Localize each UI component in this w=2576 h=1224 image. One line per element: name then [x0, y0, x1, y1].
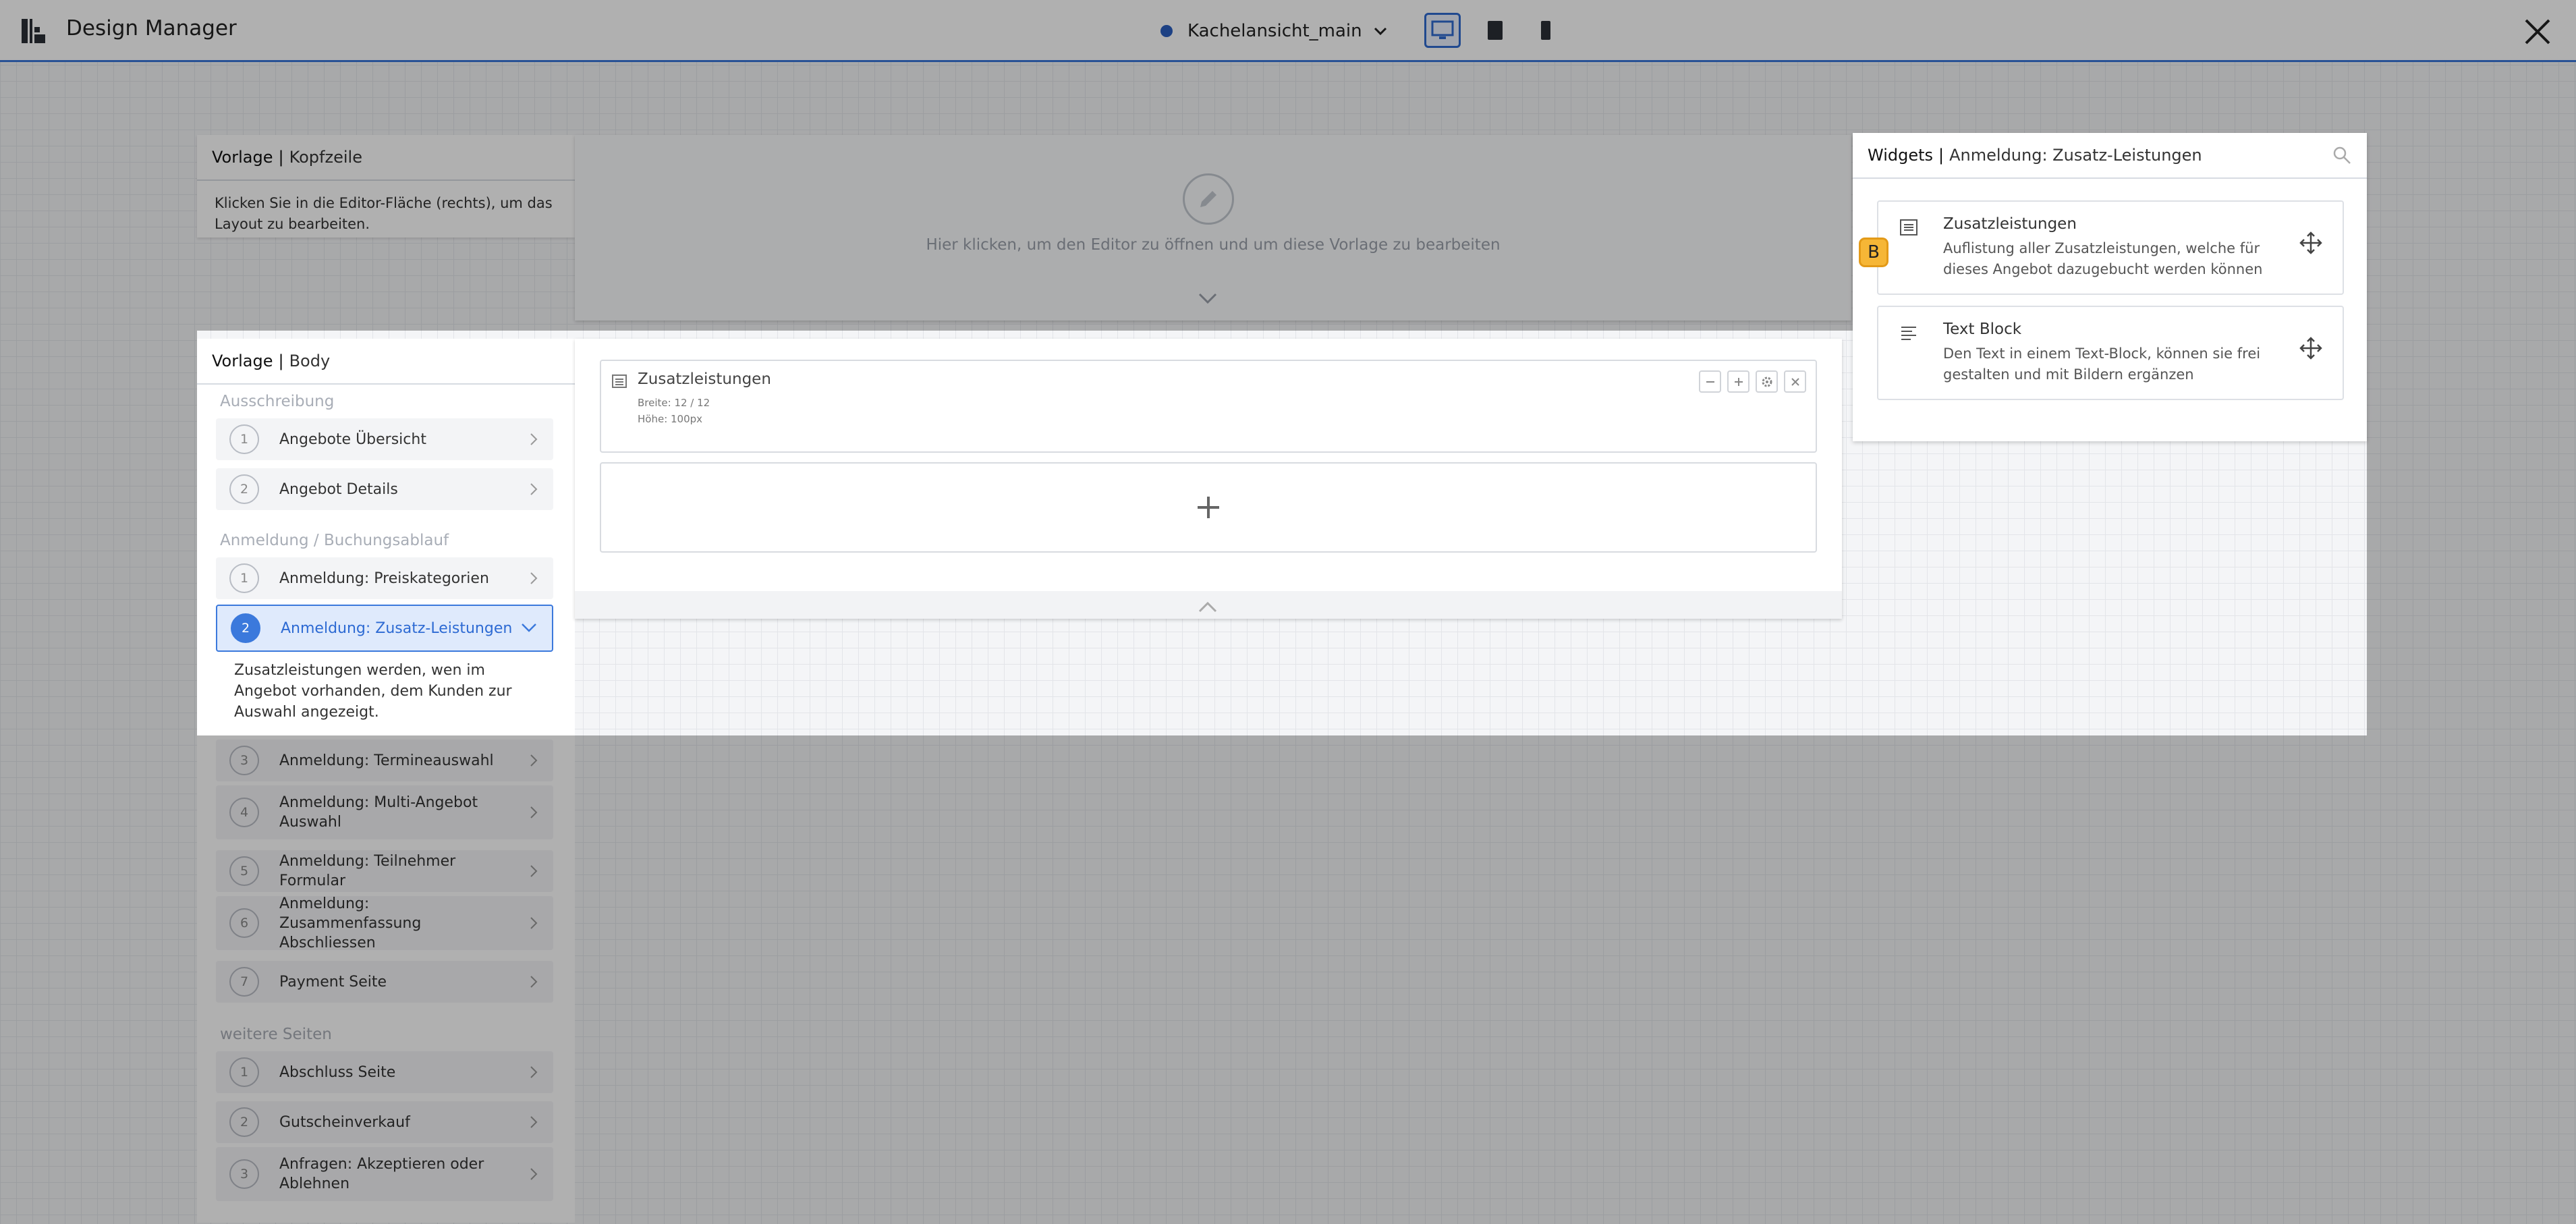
delete-button[interactable] [1784, 370, 1806, 393]
step-zusatz-leistungen[interactable]: 2 Anmeldung: Zusatz-Leistungen [216, 605, 553, 652]
widgets-panel: Widgets | Anmeldung: Zusatz-Leistungen Z… [1853, 133, 2367, 441]
plus-icon [1198, 497, 1219, 518]
widget-toolbar [1699, 370, 1806, 393]
widget-card-zusatzleistungen[interactable]: Zusatzleistungen Auflistung aller Zusatz… [1877, 200, 2344, 295]
plus-icon [1734, 377, 1743, 386]
widget-card-text-block[interactable]: Text Block Den Text in einem Text-Block,… [1877, 306, 2344, 400]
widget-card-title: Text Block [1943, 321, 2022, 338]
dim-overlay-right [2367, 133, 2576, 735]
collapse-chevron-up-icon[interactable] [1197, 599, 1219, 614]
widget-card-title: Zusatzleistungen [1943, 215, 2077, 233]
step-angebot-details[interactable]: 2 Angebot Details [216, 468, 553, 510]
dim-overlay-top [0, 0, 2576, 133]
placed-widget-height: Höhe: 100px [638, 413, 703, 425]
section-label-anmeldung: Anmeldung / Buchungsablauf [220, 532, 449, 549]
dim-overlay-bottom [0, 735, 2576, 1224]
list-icon [1900, 219, 1917, 235]
placed-widget-width: Breite: 12 / 12 [638, 397, 710, 409]
section-label-ausschreibung: Ausschreibung [220, 393, 335, 410]
settings-button[interactable] [1756, 370, 1778, 393]
body-panel-header: Vorlage | Body [197, 339, 575, 385]
search-icon[interactable] [2332, 145, 2352, 165]
widgets-panel-header: Widgets | Anmeldung: Zusatz-Leistungen [1853, 133, 2367, 179]
tutorial-badge[interactable]: B [1859, 238, 1888, 267]
widget-card-desc: Auflistung aller Zusatzleistungen, welch… [1943, 240, 2263, 277]
widgets-title: Anmeldung: Zusatz-Leistungen [1949, 146, 2202, 165]
plus-button[interactable] [1727, 370, 1749, 393]
chevron-right-icon [530, 433, 538, 445]
widget-card-desc: Den Text in einem Text-Block, können sie… [1943, 345, 2261, 383]
step-angebote-uebersicht[interactable]: 1 Angebote Übersicht [216, 418, 553, 460]
minus-button[interactable] [1699, 370, 1721, 393]
placed-widget-title: Zusatzleistungen [638, 370, 771, 388]
step-description: Zusatzleistungen werden, wen im Angebot … [234, 662, 512, 721]
body-title: Body [289, 352, 331, 370]
gear-icon [1762, 377, 1772, 387]
close-icon [1791, 377, 1799, 386]
chevron-right-icon [530, 483, 538, 495]
chevron-right-icon [530, 572, 538, 584]
dim-overlay-left [0, 331, 197, 735]
chevron-down-icon [522, 623, 536, 632]
add-widget-area[interactable] [600, 462, 1817, 553]
list-icon [612, 374, 627, 388]
move-handle-icon[interactable] [2299, 337, 2322, 360]
body-title-bold: Vorlage [212, 352, 273, 370]
step-preiskategorien[interactable]: 1 Anmeldung: Preiskategorien [216, 557, 553, 599]
dim-overlay-kopfzeile [0, 133, 1853, 331]
text-lines-icon [1901, 327, 1916, 340]
move-handle-icon[interactable] [2299, 231, 2322, 254]
widgets-title-bold: Widgets [1868, 146, 1934, 165]
body-editor-area: Zusatzleistungen Breite: 12 / 12 Höhe: 1… [575, 339, 1842, 619]
placed-widget-zusatzleistungen[interactable]: Zusatzleistungen Breite: 12 / 12 Höhe: 1… [600, 360, 1817, 453]
minus-icon [1706, 381, 1714, 383]
